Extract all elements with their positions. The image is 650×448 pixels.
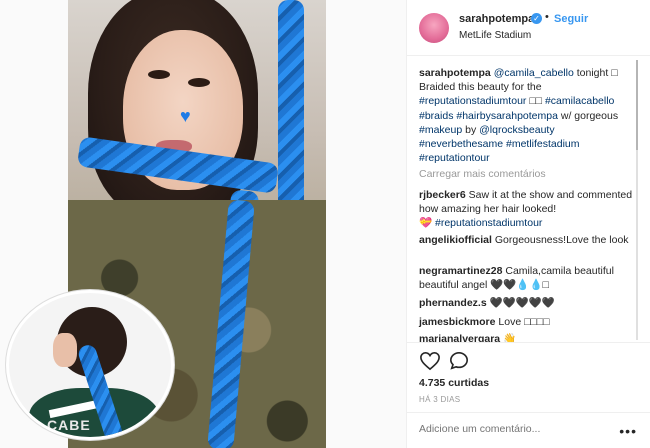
separator-dot: • (545, 11, 549, 23)
hashtag[interactable]: #camilacabello (545, 95, 614, 107)
photo-eye-left (148, 70, 170, 79)
add-comment-bar: ••• (407, 412, 650, 448)
scrollbar-thumb[interactable] (636, 60, 638, 150)
comment-item: phernandez.s 🖤🖤🖤🖤🖤 (419, 297, 555, 309)
inset-jersey-text: CABE (47, 417, 91, 433)
more-options-icon[interactable]: ••• (619, 423, 637, 439)
caption: sarahpotempa @camila_cabello tonight □ B… (419, 67, 619, 165)
comment-item: negramartinez28 Camila,camila beautiful … (419, 265, 614, 292)
post-header: sarahpotempa ✓ • Seguir MetLife Stadium (407, 0, 650, 56)
post-actions: 4.735 curtidas HÁ 3 DIAS (407, 342, 650, 404)
comment-item: marianalvergara 👋 (419, 332, 641, 342)
hashtag[interactable]: #braids (419, 110, 453, 122)
comment-item: angelikiofficial Gorgeousness!Love the l… (419, 234, 629, 246)
caption-mention[interactable]: @lqrocksbeauty (479, 124, 554, 136)
caption-mention[interactable]: @camila_cabello (494, 67, 574, 79)
blue-heart-icon: ♥ (180, 106, 191, 126)
load-more-comments-link[interactable]: Carregar mais comentários (419, 168, 546, 180)
post-location[interactable]: MetLife Stadium (459, 30, 531, 41)
comment-item: jamesbickmore Love □□□□ (419, 316, 550, 328)
hashtag[interactable]: #neverbethesame (419, 138, 503, 150)
hashtag[interactable]: #hairbysarahpotempa (456, 110, 558, 122)
inset-photo: CABE (6, 290, 174, 440)
hashtag[interactable]: #metlifestadium (506, 138, 580, 150)
comment-bubble-icon[interactable] (449, 351, 469, 371)
follow-button[interactable]: Seguir (554, 13, 588, 25)
comment-user[interactable]: angelikiofficial (419, 234, 492, 246)
comment-user[interactable]: jamesbickmore (419, 316, 495, 328)
inset-face (53, 333, 77, 367)
comment-user[interactable]: phernandez.s (419, 297, 487, 309)
comment-item: rjbecker6 Saw it at the show and comment… (419, 189, 633, 230)
comment-user[interactable]: marianalvergara (419, 333, 500, 342)
photo-braid-right (278, 0, 304, 210)
comment-user[interactable]: rjbecker6 (419, 189, 466, 201)
caption-author[interactable]: sarahpotempa (419, 67, 491, 79)
comments-scrollbar[interactable] (636, 60, 638, 340)
post-side-panel: sarahpotempa ✓ • Seguir MetLife Stadium … (406, 0, 650, 448)
comment-user[interactable]: negramartinez28 (419, 265, 502, 277)
avatar[interactable] (419, 13, 449, 43)
instagram-post-view: ♥ CABE sarahpotempa ✓ • Seguir MetLife S… (0, 0, 650, 448)
hashtag[interactable]: #reputationtour (419, 152, 490, 164)
hashtag[interactable]: #reputationstadiumtour (419, 95, 526, 107)
photo-eye-right (188, 78, 210, 87)
hashtag[interactable]: #reputationstadiumtour (435, 217, 542, 229)
verified-badge-icon: ✓ (531, 13, 542, 24)
add-comment-input[interactable] (419, 423, 599, 435)
post-username[interactable]: sarahpotempa (459, 13, 534, 25)
likes-count[interactable]: 4.735 curtidas (419, 377, 489, 389)
like-heart-icon[interactable] (419, 351, 441, 371)
hashtag[interactable]: #makeup (419, 124, 462, 136)
post-timestamp[interactable]: HÁ 3 DIAS (419, 395, 460, 404)
